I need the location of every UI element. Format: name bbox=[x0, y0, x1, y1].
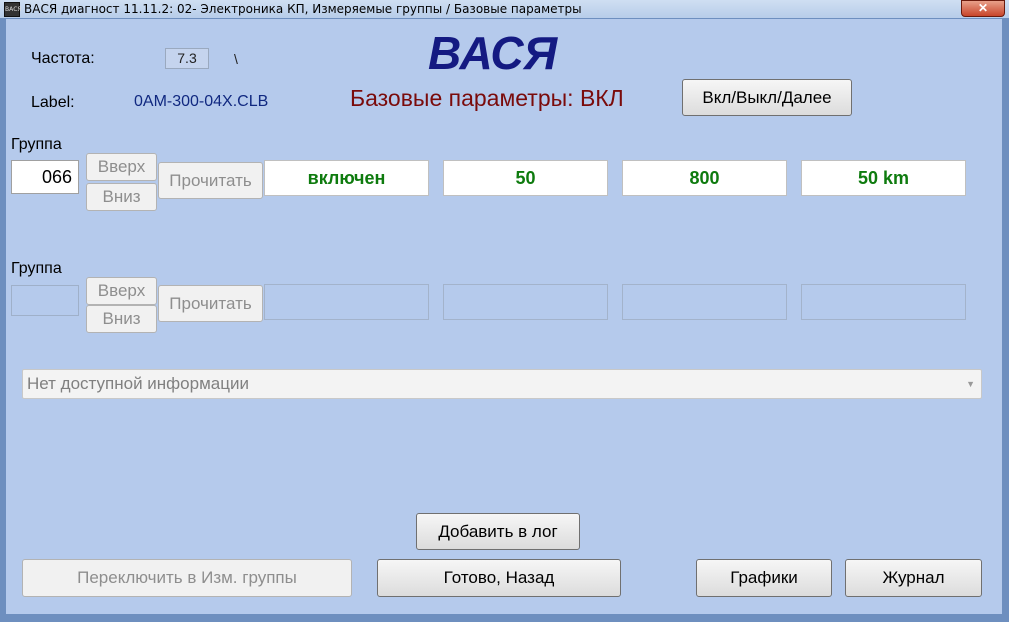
group1-value-2: 50 bbox=[443, 160, 608, 196]
group2-up-button[interactable]: Вверх bbox=[86, 277, 157, 305]
label-file: 0AM-300-04X.CLB bbox=[134, 93, 269, 110]
main-panel: Частота: 7.3 \ ВАСЯ Label: 0AM-300-04X.C… bbox=[6, 19, 1002, 614]
info-dropdown[interactable]: Нет доступной информации ▼ bbox=[22, 369, 982, 399]
app-icon-text: ВАСЯ bbox=[5, 6, 22, 13]
group2-value-2 bbox=[443, 284, 608, 320]
group2-value-4 bbox=[801, 284, 966, 320]
group1-read-button[interactable]: Прочитать bbox=[158, 162, 263, 199]
activity-indicator: \ bbox=[234, 51, 238, 67]
group2-read-button[interactable]: Прочитать bbox=[158, 285, 263, 322]
journal-button[interactable]: Журнал bbox=[845, 559, 982, 597]
info-dropdown-text: Нет доступной информации bbox=[27, 374, 249, 393]
group2-value-1 bbox=[264, 284, 429, 320]
group1-number-input[interactable]: 066 bbox=[11, 160, 79, 194]
frequency-value: 7.3 bbox=[165, 48, 209, 69]
label-caption: Label: bbox=[31, 94, 75, 111]
chevron-down-icon: ▼ bbox=[966, 379, 975, 389]
group1-down-button[interactable]: Вниз bbox=[86, 183, 157, 211]
add-to-log-button[interactable]: Добавить в лог bbox=[416, 513, 580, 550]
group2-label: Группа bbox=[11, 260, 62, 277]
group2-down-button[interactable]: Вниз bbox=[86, 305, 157, 333]
done-back-button[interactable]: Готово, Назад bbox=[377, 559, 621, 597]
brand-logo-text: ВАСЯ bbox=[428, 27, 558, 79]
switch-groups-button[interactable]: Переключить в Изм. группы bbox=[22, 559, 352, 597]
group1-value-3: 800 bbox=[622, 160, 787, 196]
close-button[interactable]: ✕ bbox=[961, 0, 1005, 17]
frequency-label: Частота: bbox=[31, 50, 95, 67]
graphs-button[interactable]: Графики bbox=[696, 559, 832, 597]
group1-up-button[interactable]: Вверх bbox=[86, 153, 157, 181]
group2-value-3 bbox=[622, 284, 787, 320]
app-icon: ВАСЯ bbox=[4, 2, 22, 17]
group1-value-1: включен bbox=[264, 160, 429, 196]
basic-settings-status: Базовые параметры: ВКЛ bbox=[350, 85, 624, 111]
group2-number-input[interactable] bbox=[11, 285, 79, 316]
title-bar: ВАСЯ ВАСЯ диагност 11.11.2: 02- Электрон… bbox=[0, 0, 1009, 18]
group1-label: Группа bbox=[11, 136, 62, 153]
group1-value-4: 50 km bbox=[801, 160, 966, 196]
toggle-next-button[interactable]: Вкл/Выкл/Далее bbox=[682, 79, 852, 116]
window-title: ВАСЯ диагност 11.11.2: 02- Электроника К… bbox=[24, 2, 582, 16]
